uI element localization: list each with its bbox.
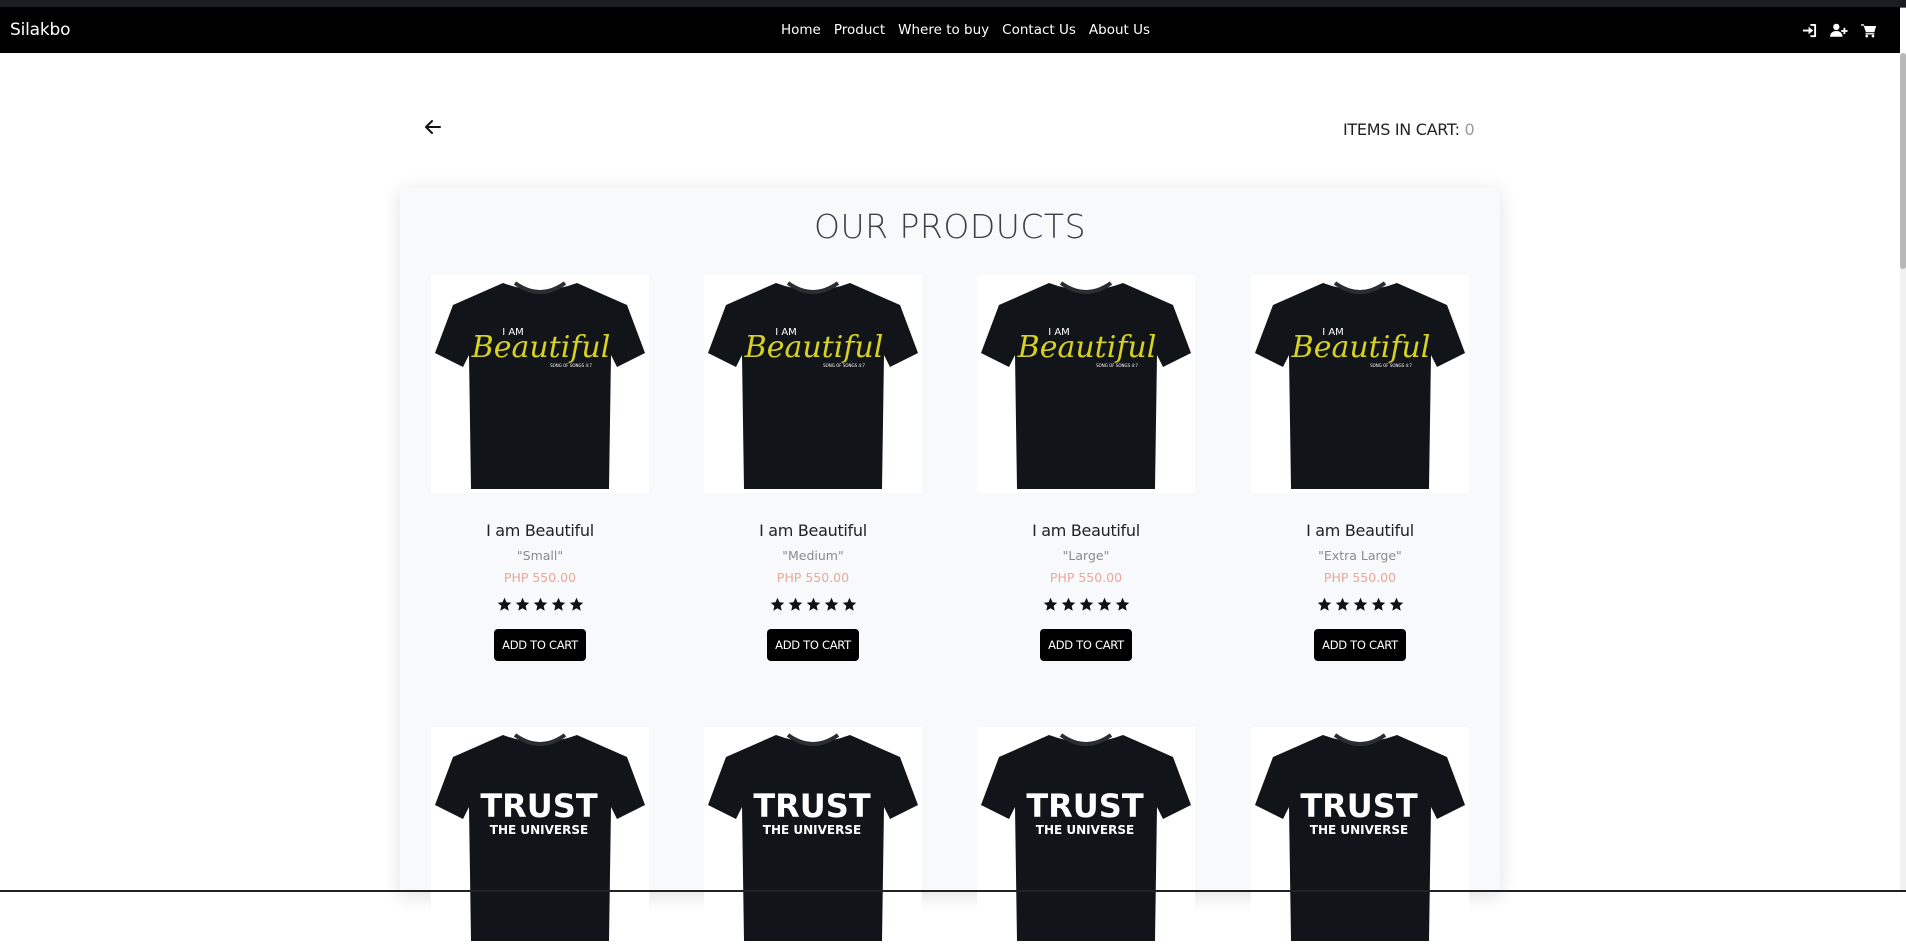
tshirt-image: TRUSTTHE UNIVERSE: [981, 733, 1191, 941]
product-rating: [977, 597, 1195, 612]
items-in-cart: ITEMS IN CART: 0: [1343, 120, 1475, 139]
shirt-print-line2: Beautiful: [1017, 330, 1157, 365]
product-card-trust-extra-large[interactable]: TRUST THE UNIVERSE: [1251, 727, 1469, 945]
product-price: PHP 550.00: [1049, 570, 1123, 585]
product-name: I am Beautiful: [1032, 521, 1140, 540]
navbar: Silakbo Home Product Where to buy Contac…: [0, 7, 1900, 53]
product-card-beautiful-small[interactable]: I AM Beautiful SONG OF SONGS 4:7 I am Beaut…: [431, 275, 649, 661]
star-icon: [806, 597, 820, 611]
product-image[interactable]: TRUST THE UNIVERSE: [977, 727, 1195, 945]
product-image[interactable]: I AM Beautiful SONG OF SONGS 4:7: [977, 275, 1195, 493]
products-panel: OUR PRODUCTS I AM Beautiful SONG OF SONGS …: [400, 187, 1500, 945]
star-icon: [497, 597, 511, 611]
nav-contact-us-link[interactable]: Contact Us: [1002, 22, 1076, 38]
star-icon: [1353, 597, 1367, 611]
cart-icon[interactable]: [1860, 21, 1878, 39]
scrollbar-thumb[interactable]: [1900, 53, 1906, 269]
shirt-print-line1: TRUST: [1026, 787, 1144, 825]
product-price: PHP 550.00: [776, 570, 850, 585]
add-to-cart-button[interactable]: ADD TO CART: [767, 629, 859, 661]
tshirt-image: I AMBeautifulSONG OF SONGS 4:7: [1255, 281, 1465, 489]
shirt-print-line1: TRUST: [480, 787, 598, 825]
product-name: I am Beautiful: [1306, 521, 1414, 540]
product-size: "Medium": [782, 548, 844, 563]
star-icon: [1317, 597, 1331, 611]
tshirt-image: I AMBeautifulSONG OF SONGS 4:7: [708, 281, 918, 489]
product-card-beautiful-medium[interactable]: I AM Beautiful SONG OF SONGS 4:7 I am Beaut…: [704, 275, 922, 661]
nav-icons: [1800, 21, 1878, 39]
star-icon: [1389, 597, 1403, 611]
product-rating: [1251, 597, 1469, 612]
product-image[interactable]: I AM Beautiful SONG OF SONGS 4:7: [704, 275, 922, 493]
star-icon: [1079, 597, 1093, 611]
add-to-cart-button[interactable]: ADD TO CART: [1040, 629, 1132, 661]
product-card-trust-large[interactable]: TRUST THE UNIVERSE: [977, 727, 1195, 945]
star-icon: [842, 597, 856, 611]
shirt-print-line3: SONG OF SONGS 4:7: [1370, 363, 1412, 368]
star-icon: [569, 597, 583, 611]
tshirt-image: I AMBeautifulSONG OF SONGS 4:7: [435, 281, 645, 489]
shirt-print-line3: SONG OF SONGS 4:7: [1096, 363, 1138, 368]
star-icon: [824, 597, 838, 611]
product-name: I am Beautiful: [759, 521, 867, 540]
add-to-cart-button[interactable]: ADD TO CART: [494, 629, 586, 661]
brand-logo[interactable]: Silakbo: [10, 20, 70, 40]
star-icon: [1335, 597, 1349, 611]
tshirt-image: I AMBeautifulSONG OF SONGS 4:7: [981, 281, 1191, 489]
shirt-print-line3: SONG OF SONGS 4:7: [550, 363, 592, 368]
product-image[interactable]: I AM Beautiful SONG OF SONGS 4:7: [431, 275, 649, 493]
section-title: OUR PRODUCTS: [813, 207, 1087, 246]
product-card-trust-small[interactable]: TRUST THE UNIVERSE: [431, 727, 649, 945]
tshirt-image: TRUSTTHE UNIVERSE: [708, 733, 918, 941]
shirt-print-line2: THE UNIVERSE: [1036, 823, 1134, 837]
product-card-beautiful-extra-large[interactable]: I AM Beautiful SONG OF SONGS 4:7 I am Beaut…: [1251, 275, 1469, 661]
items-in-cart-label: ITEMS IN CART:: [1343, 120, 1465, 139]
star-icon: [1371, 597, 1385, 611]
product-size: "Small": [516, 548, 564, 563]
shirt-print-line3: SONG OF SONGS 4:7: [823, 363, 865, 368]
product-price: PHP 550.00: [1323, 570, 1397, 585]
star-icon: [515, 597, 529, 611]
nav-links: Home Product Where to buy Contact Us Abo…: [781, 22, 1163, 38]
product-image[interactable]: TRUST THE UNIVERSE: [431, 727, 649, 945]
star-icon: [551, 597, 565, 611]
shirt-print-line2: THE UNIVERSE: [1310, 823, 1408, 837]
tshirt-image: TRUSTTHE UNIVERSE: [1255, 733, 1465, 941]
product-price: PHP 550.00: [503, 570, 577, 585]
nav-product-link[interactable]: Product: [834, 22, 885, 38]
product-card-trust-medium[interactable]: TRUST THE UNIVERSE: [704, 727, 922, 945]
product-image[interactable]: TRUST THE UNIVERSE: [704, 727, 922, 945]
product-image[interactable]: TRUST THE UNIVERSE: [1251, 727, 1469, 945]
star-icon: [770, 597, 784, 611]
tshirt-image: TRUSTTHE UNIVERSE: [435, 733, 645, 941]
star-icon: [1097, 597, 1111, 611]
product-name: I am Beautiful: [486, 521, 594, 540]
items-in-cart-count: 0: [1464, 120, 1475, 139]
product-rating: [431, 597, 649, 612]
nav-where-to-buy-link[interactable]: Where to buy: [898, 22, 989, 38]
shirt-print-line2: THE UNIVERSE: [490, 823, 588, 837]
back-arrow-icon[interactable]: [423, 117, 445, 139]
product-card-beautiful-large[interactable]: I AM Beautiful SONG OF SONGS 4:7 I am Beaut…: [977, 275, 1195, 661]
product-size: "Large": [1062, 548, 1110, 563]
product-size: "Extra Large": [1318, 548, 1402, 563]
star-icon: [788, 597, 802, 611]
star-icon: [1061, 597, 1075, 611]
shirt-print-line2: Beautiful: [744, 330, 884, 365]
shirt-print-line1: TRUST: [1300, 787, 1418, 825]
shirt-print-line2: THE UNIVERSE: [763, 823, 861, 837]
nav-home-link[interactable]: Home: [781, 22, 821, 38]
add-user-icon[interactable]: [1830, 21, 1848, 39]
shirt-print-line2: Beautiful: [1291, 330, 1431, 365]
star-icon: [1115, 597, 1129, 611]
add-to-cart-button[interactable]: ADD TO CART: [1314, 629, 1406, 661]
product-rating: [704, 597, 922, 612]
star-icon: [533, 597, 547, 611]
login-icon[interactable]: [1800, 21, 1818, 39]
star-icon: [1043, 597, 1057, 611]
product-image[interactable]: I AM Beautiful SONG OF SONGS 4:7: [1251, 275, 1469, 493]
shirt-print-line1: TRUST: [753, 787, 871, 825]
shirt-print-line2: Beautiful: [471, 330, 611, 365]
nav-about-us-link[interactable]: About Us: [1089, 22, 1150, 38]
